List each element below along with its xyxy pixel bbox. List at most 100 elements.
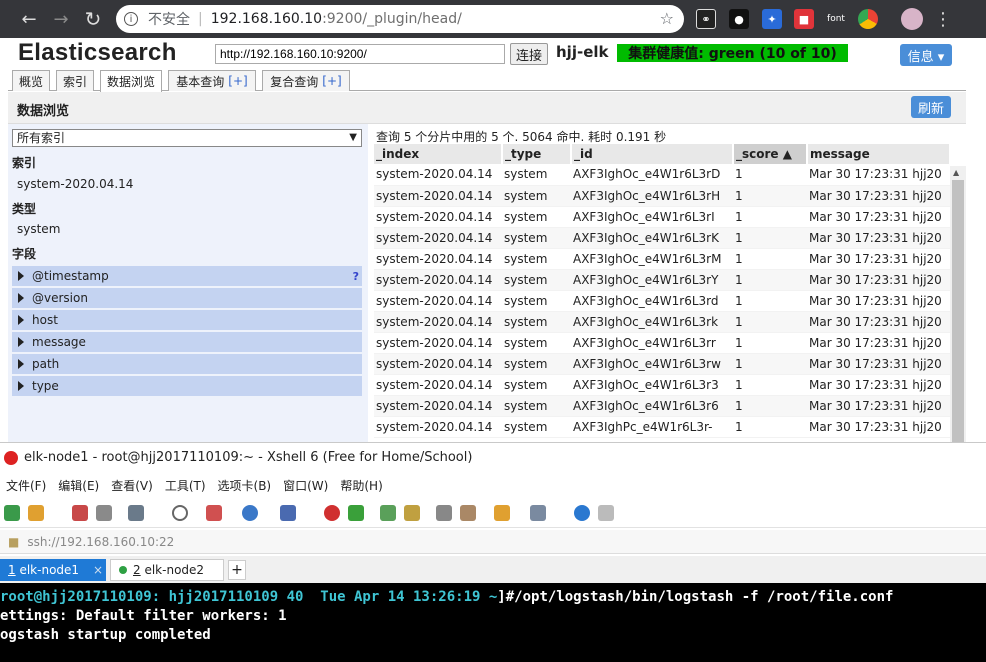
session-address-bar[interactable]: ■ ssh://192.168.160.10:22 xyxy=(0,530,986,554)
scroll-up-arrow-icon[interactable]: ▲ xyxy=(953,168,959,177)
column-header-message[interactable]: message xyxy=(807,144,951,164)
tab-compound-query[interactable]: 复合查询 [+] xyxy=(262,70,350,91)
column-header-score[interactable]: _score ▲ xyxy=(733,144,808,164)
chat-icon[interactable] xyxy=(598,505,614,521)
cluster-url-input[interactable] xyxy=(215,44,505,64)
type-option[interactable]: system xyxy=(17,222,60,236)
field-path[interactable]: path xyxy=(12,354,362,374)
cell-score: 1 xyxy=(733,416,807,438)
help-circle-icon[interactable] xyxy=(574,505,590,521)
chrome-logo-icon[interactable] xyxy=(858,9,878,29)
disconnect-icon[interactable] xyxy=(96,505,112,521)
keyboard-icon[interactable] xyxy=(436,505,452,521)
reload-icon[interactable]: ↻ xyxy=(78,4,108,34)
table-row[interactable]: system-2020.04.14 system AXF3IghOc_e4W1r6L… xyxy=(374,248,950,270)
fullscreen-icon[interactable] xyxy=(380,505,396,521)
table-row[interactable]: system-2020.04.14 system AXF3IghOc_e4W1r6L… xyxy=(374,374,950,396)
layout-icon[interactable] xyxy=(530,505,546,521)
cell-index: system-2020.04.14 xyxy=(374,164,502,186)
bookmark-star-icon[interactable]: ☆ xyxy=(660,9,674,28)
find-icon[interactable] xyxy=(172,505,188,521)
cell-message: Mar 30 17:23:31 hjj20 xyxy=(807,353,950,375)
help-icon[interactable]: ? xyxy=(353,270,359,283)
address-bar[interactable]: i 不安全 | 192.168.160.10:9200/_plugin/head… xyxy=(116,5,684,33)
table-row[interactable]: system-2020.04.14 system AXF3IghOc_e4W1r6L… xyxy=(374,206,950,228)
terminal[interactable]: root@hjj2017110109: hjj2017110109 40 Tue… xyxy=(0,583,986,662)
xftp-icon[interactable] xyxy=(324,505,340,521)
menu-file[interactable]: 文件(F) xyxy=(0,477,52,494)
lock-icon[interactable] xyxy=(404,505,420,521)
refresh-button[interactable]: 刷新 xyxy=(911,96,951,118)
index-select[interactable]: 所有索引 ▼ xyxy=(12,129,362,147)
field-type[interactable]: type xyxy=(12,376,362,396)
more-menu-icon[interactable]: ⋮ xyxy=(928,4,958,34)
profile-avatar[interactable] xyxy=(901,8,923,30)
reconnect-icon[interactable] xyxy=(72,505,88,521)
connect-button[interactable]: 连接 xyxy=(510,43,548,65)
font-icon[interactable] xyxy=(280,505,296,521)
extension-bird-icon[interactable]: ✦ xyxy=(762,9,782,29)
info-dropdown-button[interactable]: 信息 ▾ xyxy=(900,44,952,66)
field-version[interactable]: @version xyxy=(12,288,362,308)
compose-icon[interactable] xyxy=(460,505,476,521)
back-arrow-icon[interactable]: ← xyxy=(14,4,44,34)
extension-red-icon[interactable]: ■ xyxy=(794,9,814,29)
menu-view[interactable]: 查看(V) xyxy=(105,477,159,494)
column-header-type[interactable]: _type xyxy=(502,144,572,164)
session-tab-node2[interactable]: 2 elk-node2 xyxy=(110,559,224,581)
index-heading: 索引 xyxy=(12,156,37,170)
table-row[interactable]: system-2020.04.14 system AXF3IghOc_e4W1r6L… xyxy=(374,227,950,249)
tab-overview[interactable]: 概览 xyxy=(12,70,50,91)
field-host[interactable]: host xyxy=(12,310,362,330)
cell-type: system xyxy=(502,206,571,228)
transfer-icon[interactable] xyxy=(206,505,222,521)
table-row[interactable]: system-2020.04.14 system AXF3IghOc_e4W1r6L… xyxy=(374,269,950,291)
terminal-line: root@hjj2017110109: hjj2017110109 40 Tue… xyxy=(0,588,986,607)
table-row[interactable]: system-2020.04.14 system AXF3IghOc_e4W1r6L… xyxy=(374,185,950,207)
globe-icon[interactable] xyxy=(242,505,258,521)
extension-glasses-icon[interactable]: ⚭ xyxy=(696,9,716,29)
site-info-icon[interactable]: i xyxy=(120,8,142,30)
cell-index: system-2020.04.14 xyxy=(374,311,502,333)
tab-basic-query[interactable]: 基本查询 [+] xyxy=(168,70,256,91)
new-session-icon[interactable] xyxy=(4,505,20,521)
menu-tools[interactable]: 工具(T) xyxy=(159,477,212,494)
table-row[interactable]: system-2020.04.14 system AXF3IghOc_e4W1r6L… xyxy=(374,332,950,354)
table-row[interactable]: system-2020.04.14 system AXF3IghOc_e4W1r6L… xyxy=(374,395,950,417)
index-option[interactable]: system-2020.04.14 xyxy=(17,177,133,191)
field-message[interactable]: message xyxy=(12,332,362,352)
forward-arrow-icon[interactable]: → xyxy=(46,4,76,34)
extension-mask-icon[interactable]: ● xyxy=(729,9,749,29)
table-row[interactable]: system-2020.04.14 system AXF3IghPc_e4W1r6L… xyxy=(374,416,950,438)
field-timestamp[interactable]: @timestamp? xyxy=(12,266,362,286)
menu-tabs[interactable]: 选项卡(B) xyxy=(212,477,278,494)
script-icon[interactable] xyxy=(348,505,364,521)
close-tab-icon[interactable]: × xyxy=(93,563,103,577)
table-row[interactable]: system-2020.04.14 system AXF3IghOc_e4W1r6L… xyxy=(374,311,950,333)
scrollbar-thumb[interactable] xyxy=(952,180,964,442)
menu-help[interactable]: 帮助(H) xyxy=(334,477,388,494)
xshell-menubar: 文件(F) 编辑(E) 查看(V) 工具(T) 选项卡(B) 窗口(W) 帮助(… xyxy=(0,472,986,498)
open-folder-icon[interactable] xyxy=(28,505,44,521)
add-tab-icon[interactable] xyxy=(494,505,510,521)
extension-font-icon[interactable]: font xyxy=(826,9,846,29)
expand-triangle-icon xyxy=(18,293,24,303)
column-header-index[interactable]: _index xyxy=(374,144,503,164)
menu-window[interactable]: 窗口(W) xyxy=(277,477,334,494)
table-row[interactable]: system-2020.04.14 system AXF3IghOc_e4W1r6L… xyxy=(374,353,950,375)
tab-data-browse[interactable]: 数据浏览 xyxy=(100,70,162,92)
tab-indices[interactable]: 索引 xyxy=(56,70,94,91)
menu-edit[interactable]: 编辑(E) xyxy=(52,477,105,494)
column-header-id[interactable]: _id xyxy=(571,144,734,164)
session-tab-node1[interactable]: 1 elk-node1 × xyxy=(0,559,106,581)
results-scrollbar[interactable]: ▲ xyxy=(950,166,966,442)
table-row[interactable]: system-2020.04.14 system AXF3IghOc_e4W1r6L… xyxy=(374,164,950,186)
cell-index: system-2020.04.14 xyxy=(374,206,502,228)
add-session-tab-button[interactable]: + xyxy=(228,560,246,580)
cell-score: 1 xyxy=(733,395,807,417)
cell-id: AXF3IghOc_e4W1r6L3rK xyxy=(571,227,733,249)
expand-triangle-icon xyxy=(18,337,24,347)
cell-index: system-2020.04.14 xyxy=(374,269,502,291)
table-row[interactable]: system-2020.04.14 system AXF3IghOc_e4W1r6L… xyxy=(374,290,950,312)
properties-icon[interactable] xyxy=(128,505,144,521)
